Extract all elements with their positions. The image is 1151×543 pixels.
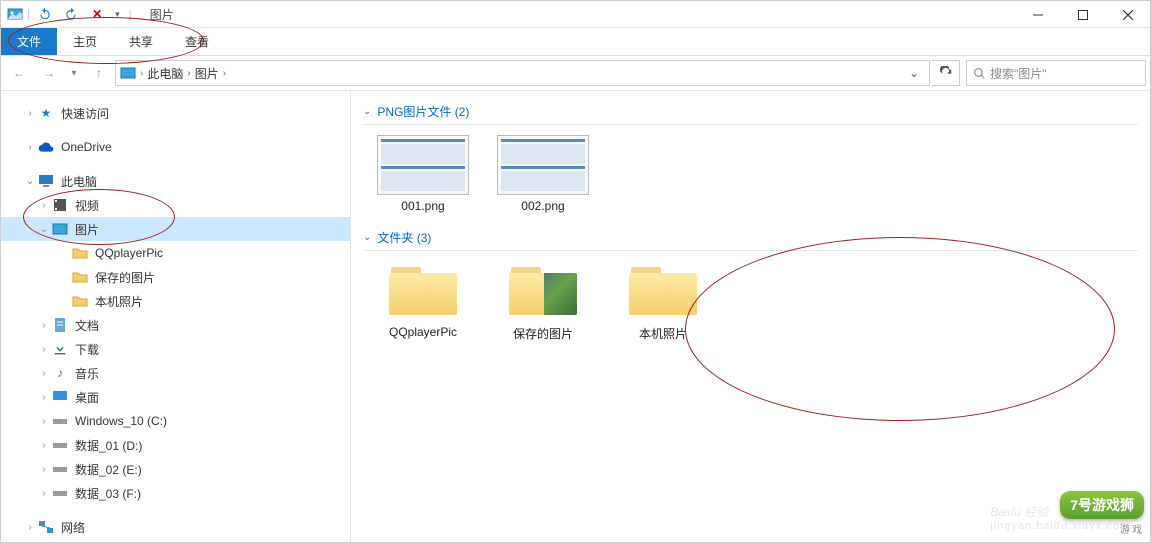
navigation-tree: › ★ 快速访问 › OneDrive ⌄ 此电脑 › 视频 ⌄ 图片 xyxy=(1,91,351,542)
crumb-this-pc[interactable]: 此电脑 xyxy=(143,65,187,82)
window-title: 图片 xyxy=(150,6,174,23)
drive-icon xyxy=(51,484,69,502)
folder-item[interactable]: 本机照片 xyxy=(613,261,713,342)
download-icon xyxy=(51,340,69,358)
redo-button[interactable] xyxy=(60,3,82,25)
sidebar-item-drive-e[interactable]: › 数据_02 (E:) xyxy=(1,457,350,481)
chevron-down-icon[interactable]: ⌄ xyxy=(23,176,37,187)
monitor-icon xyxy=(37,172,55,190)
search-icon xyxy=(973,67,986,80)
chevron-right-icon[interactable]: › xyxy=(23,108,37,119)
sidebar-item-drive-c[interactable]: › Windows_10 (C:) xyxy=(1,409,350,433)
sidebar-item-camera-roll[interactable]: 本机照片 xyxy=(1,289,350,313)
tab-home[interactable]: 主页 xyxy=(57,28,113,55)
chevron-down-icon: ⌄ xyxy=(363,232,371,243)
tab-share[interactable]: 共享 xyxy=(113,28,169,55)
film-icon xyxy=(51,196,69,214)
cloud-icon xyxy=(37,138,55,156)
sidebar-item-qqplayerpic[interactable]: QQplayerPic xyxy=(1,241,350,265)
file-item[interactable]: 001.png xyxy=(373,135,473,213)
delete-button[interactable]: ✕ xyxy=(86,3,108,25)
folder-item[interactable]: QQplayerPic xyxy=(373,261,473,342)
sidebar-item-drive-d[interactable]: › 数据_01 (D:) xyxy=(1,433,350,457)
sidebar-item-quick-access[interactable]: › ★ 快速访问 xyxy=(1,101,350,125)
folder-icon xyxy=(71,292,89,310)
drive-icon xyxy=(51,460,69,478)
sidebar-item-videos[interactable]: › 视频 xyxy=(1,193,350,217)
sidebar-item-saved-pictures[interactable]: 保存的图片 xyxy=(1,265,350,289)
address-bar[interactable]: › 此电脑 › 图片 › ⌄ xyxy=(115,60,930,86)
folder-icon xyxy=(71,268,89,286)
undo-button[interactable] xyxy=(34,3,56,25)
sidebar-item-network[interactable]: › 网络 xyxy=(1,515,350,539)
picture-icon xyxy=(51,220,69,238)
qat-dropdown[interactable]: ▾ xyxy=(112,9,123,20)
sidebar-item-drive-f[interactable]: › 数据_03 (F:) xyxy=(1,481,350,505)
refresh-button[interactable] xyxy=(932,60,960,86)
group-header-png[interactable]: ⌄ PNG图片文件 (2) xyxy=(363,99,1138,125)
tab-file[interactable]: 文件 xyxy=(1,28,57,55)
desktop-icon xyxy=(51,388,69,406)
image-thumbnail xyxy=(497,135,589,195)
nav-history-dropdown[interactable]: ▾ xyxy=(65,59,83,87)
star-icon: ★ xyxy=(37,104,55,122)
crumb-pictures[interactable]: 图片 xyxy=(191,65,223,82)
search-placeholder: 搜索"图片" xyxy=(990,65,1047,82)
folder-icon xyxy=(387,261,459,321)
folder-icon xyxy=(507,261,579,321)
folder-item[interactable]: 保存的图片 xyxy=(493,261,593,342)
file-view: ⌄ PNG图片文件 (2) 001.png 002.png ⌄ 文件夹 (3) … xyxy=(351,91,1150,542)
sidebar-item-pictures[interactable]: ⌄ 图片 xyxy=(1,217,350,241)
search-input[interactable]: 搜索"图片" xyxy=(966,60,1146,86)
network-icon xyxy=(37,518,55,536)
qat-separator: | xyxy=(27,7,30,21)
folder-icon xyxy=(627,261,699,321)
chevron-down-icon: ⌄ xyxy=(363,106,371,117)
sidebar-item-onedrive[interactable]: › OneDrive xyxy=(1,135,350,159)
crumb-chevron-icon[interactable]: › xyxy=(223,68,226,79)
chevron-right-icon[interactable]: › xyxy=(23,142,37,153)
tab-view[interactable]: 查看 xyxy=(169,28,225,55)
document-icon xyxy=(51,316,69,334)
file-item[interactable]: 002.png xyxy=(493,135,593,213)
nav-forward-button[interactable]: → xyxy=(35,59,63,87)
qat-separator2: | xyxy=(129,7,132,21)
sidebar-item-music[interactable]: › ♪ 音乐 xyxy=(1,361,350,385)
sidebar-item-downloads[interactable]: › 下载 xyxy=(1,337,350,361)
nav-back-button[interactable]: ← xyxy=(5,59,33,87)
drive-icon xyxy=(51,436,69,454)
close-button[interactable] xyxy=(1105,1,1150,28)
chevron-down-icon[interactable]: ⌄ xyxy=(37,224,51,235)
folder-icon xyxy=(71,244,89,262)
music-icon: ♪ xyxy=(51,364,69,382)
sidebar-item-desktop[interactable]: › 桌面 xyxy=(1,385,350,409)
minimize-button[interactable] xyxy=(1015,1,1060,28)
image-thumbnail xyxy=(377,135,469,195)
maximize-button[interactable] xyxy=(1060,1,1105,28)
app-icon xyxy=(7,6,23,22)
drive-icon xyxy=(51,412,69,430)
address-dropdown-icon[interactable]: ⌄ xyxy=(903,66,925,80)
address-icon xyxy=(120,65,136,81)
sidebar-item-documents[interactable]: › 文档 xyxy=(1,313,350,337)
sidebar-item-this-pc[interactable]: ⌄ 此电脑 xyxy=(1,169,350,193)
nav-up-button[interactable]: ↑ xyxy=(85,59,113,87)
group-header-folders[interactable]: ⌄ 文件夹 (3) xyxy=(363,225,1138,251)
